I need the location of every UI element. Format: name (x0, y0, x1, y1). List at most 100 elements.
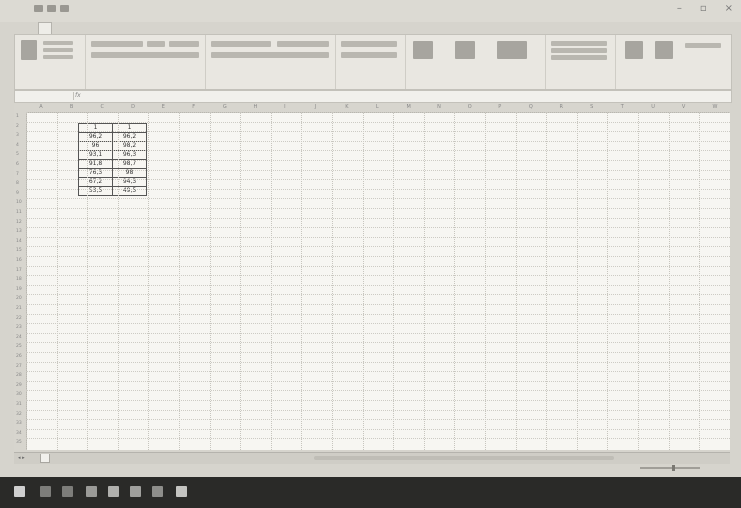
find-select-icon[interactable] (655, 41, 673, 59)
file-explorer-icon[interactable] (108, 486, 119, 497)
format-as-table-icon[interactable] (455, 41, 475, 59)
row-header-17[interactable]: 17 (16, 268, 22, 273)
column-header-b[interactable]: B (70, 104, 73, 110)
row-header-2[interactable]: 2 (16, 124, 19, 129)
row-header-35[interactable]: 35 (16, 440, 22, 445)
tab-data[interactable] (104, 22, 116, 34)
row-header-21[interactable]: 21 (16, 306, 22, 311)
column-header-q[interactable]: Q (529, 104, 533, 110)
row-header-9[interactable]: 9 (16, 191, 19, 196)
column-header-t[interactable]: T (621, 104, 624, 110)
row-header-28[interactable]: 28 (16, 373, 22, 378)
column-header-h[interactable]: H (254, 104, 258, 110)
number-format-buttons[interactable] (341, 52, 397, 58)
column-header-i[interactable]: I (284, 104, 285, 110)
column-header-a[interactable]: A (39, 104, 42, 110)
vertical-align-buttons[interactable] (211, 41, 271, 47)
maximize-button[interactable]: ▫ (700, 3, 707, 14)
column-header-d[interactable]: D (131, 104, 135, 110)
row-header-13[interactable]: 13 (16, 229, 22, 234)
row-header-23[interactable]: 23 (16, 325, 22, 330)
save-icon[interactable] (47, 5, 56, 12)
row-header-22[interactable]: 22 (16, 316, 22, 321)
tab-review[interactable] (120, 22, 132, 34)
undo-icon[interactable] (60, 5, 69, 12)
row-header-25[interactable]: 25 (16, 344, 22, 349)
sheet-tab-2[interactable] (76, 454, 84, 462)
cell-grid[interactable]: 1 1 96,2 96,2 96 98,2 93,1 96,3 91,8 98,7 76,3 98 67… (26, 112, 730, 450)
merge-center-button[interactable] (211, 52, 329, 58)
row-header-12[interactable]: 12 (16, 220, 22, 225)
column-header-j[interactable]: J (315, 104, 316, 110)
column-header-l[interactable]: L (376, 104, 379, 110)
column-header-f[interactable]: F (192, 104, 195, 110)
row-header-31[interactable]: 31 (16, 402, 22, 407)
column-header-w[interactable]: W (713, 104, 718, 110)
column-header-m[interactable]: M (407, 104, 411, 110)
column-header-k[interactable]: K (345, 104, 348, 110)
insert-cells-button[interactable] (551, 41, 607, 46)
row-header-32[interactable]: 32 (16, 412, 22, 417)
format-painter-button[interactable] (43, 55, 73, 59)
worksheet[interactable]: ABCDEFGHIJKLMNOPQRSTUVW 1 2 3 4 5 6 7 8 9 10 11 12 1… (14, 103, 730, 450)
row-header-30[interactable]: 30 (16, 392, 22, 397)
row-header-1[interactable]: 1 (16, 114, 19, 119)
tab-page-layout[interactable] (72, 22, 84, 34)
row-header-34[interactable]: 34 (16, 431, 22, 436)
windows-start-icon[interactable] (14, 486, 25, 497)
mail-icon[interactable] (152, 486, 163, 497)
row-header-26[interactable]: 26 (16, 354, 22, 359)
edge-icon[interactable] (86, 486, 97, 497)
row-header-4[interactable]: 4 (16, 143, 19, 148)
task-view-icon[interactable] (62, 486, 73, 497)
wrap-text-button[interactable] (277, 41, 329, 47)
zoom-slider-knob[interactable] (672, 465, 675, 471)
name-box[interactable] (19, 92, 74, 100)
row-header-5[interactable]: 5 (16, 152, 19, 157)
row-header-6[interactable]: 6 (16, 162, 19, 167)
row-header-7[interactable]: 7 (16, 172, 19, 177)
row-header-11[interactable]: 11 (16, 210, 22, 215)
horizontal-scrollbar[interactable] (314, 456, 614, 460)
font-name-select[interactable] (91, 41, 143, 47)
row-header-24[interactable]: 24 (16, 335, 22, 340)
cut-button[interactable] (43, 41, 73, 45)
sheet-tab-1[interactable] (40, 454, 50, 463)
number-format-select[interactable] (341, 41, 397, 47)
search-icon[interactable] (40, 486, 51, 497)
column-header-n[interactable]: N (437, 104, 441, 110)
column-header-e[interactable]: E (162, 104, 165, 110)
close-button[interactable]: × (725, 3, 733, 14)
tab-insert[interactable] (56, 22, 68, 34)
column-header-u[interactable]: U (651, 104, 655, 110)
autosum-button[interactable] (685, 43, 721, 48)
tab-home[interactable] (38, 22, 52, 34)
tab-file[interactable] (22, 22, 34, 34)
sort-filter-icon[interactable] (625, 41, 643, 59)
column-header-v[interactable]: V (682, 104, 685, 110)
row-header-8[interactable]: 8 (16, 181, 19, 186)
cell-styles-icon[interactable] (497, 41, 527, 59)
insert-function-icon[interactable]: fx (75, 92, 81, 99)
row-header-14[interactable]: 14 (16, 239, 22, 244)
store-icon[interactable] (130, 486, 141, 497)
column-header-c[interactable]: C (101, 104, 105, 110)
column-header-o[interactable]: O (468, 104, 472, 110)
font-size-select[interactable] (147, 41, 165, 47)
row-header-3[interactable]: 3 (16, 133, 19, 138)
sheet-nav-arrows-icon[interactable]: ◂ ▸ (18, 455, 25, 461)
row-header-27[interactable]: 27 (16, 364, 22, 369)
zoom-slider[interactable] (640, 467, 700, 469)
row-header-29[interactable]: 29 (16, 383, 22, 388)
column-header-g[interactable]: G (223, 104, 227, 110)
font-format-buttons[interactable] (91, 52, 199, 58)
table-cell[interactable]: 96 (78, 141, 113, 151)
delete-cells-button[interactable] (551, 48, 607, 53)
row-header-18[interactable]: 18 (16, 277, 22, 282)
row-header-20[interactable]: 20 (16, 296, 22, 301)
sheet-tab-3[interactable] (112, 454, 120, 462)
font-grow-shrink-buttons[interactable] (169, 41, 199, 47)
row-header-10[interactable]: 10 (16, 200, 22, 205)
column-header-r[interactable]: R (560, 104, 563, 110)
column-header-p[interactable]: P (498, 104, 501, 110)
